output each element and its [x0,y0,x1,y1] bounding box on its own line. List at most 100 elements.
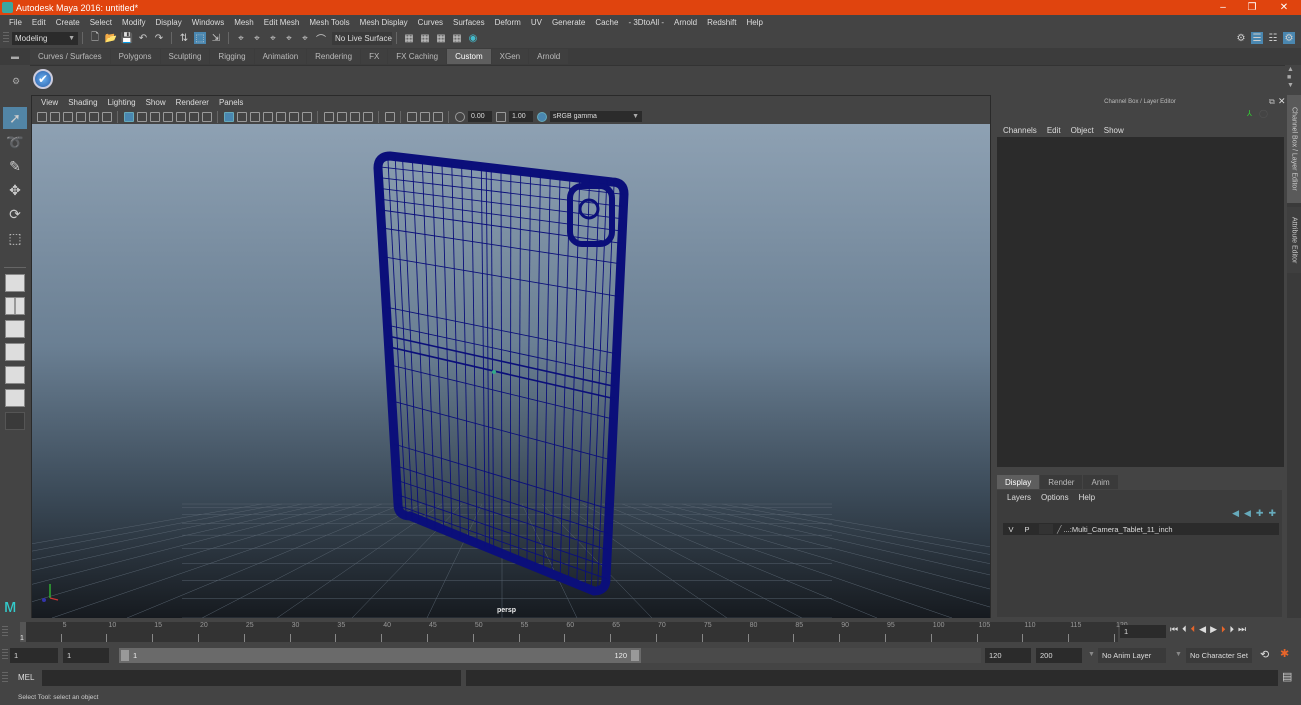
cb-menu-edit[interactable]: Edit [1042,126,1066,135]
menu-redshift[interactable]: Redshift [702,18,741,27]
range-grip[interactable] [2,649,8,661]
ipr-render-icon[interactable]: ▦ [435,32,447,44]
move-tool-icon[interactable]: ✥ [3,179,27,201]
lasso-tool-icon[interactable]: ➰ [3,131,27,153]
snap-surface-icon[interactable]: ⌒ [315,32,327,46]
layer-row[interactable]: V P ╱ ...:Multi_Camera_Tablet_11_inch [1003,523,1279,535]
animation-preferences-icon[interactable]: ✱ [1280,647,1289,660]
attribute-editor-toggle-icon[interactable]: ☷ [1267,32,1279,44]
go-to-start-icon[interactable]: ⏮ [1170,624,1178,635]
toolbar-grip[interactable] [3,32,9,44]
new-layer-from-selected-icon[interactable]: ✚ [1268,508,1276,519]
menu-curves[interactable]: Curves [413,18,448,27]
hypershade-layout-icon[interactable] [5,389,25,407]
snap-view-plane-icon[interactable]: ⌖ [283,32,295,44]
render-view-icon[interactable]: ▦ [451,32,463,44]
depth-of-field-icon[interactable] [362,111,373,122]
snap-grid-icon[interactable]: ⌖ [235,32,247,44]
xray-components-icon[interactable] [432,111,443,122]
menu-help[interactable]: Help [741,18,767,27]
shelf-tab-fx[interactable]: FX [361,49,388,64]
motion-blur-icon[interactable] [336,111,347,122]
vp-menu-shading[interactable]: Shading [63,98,102,107]
shelf-tab-rigging[interactable]: Rigging [210,49,254,64]
shelf-tab-animation[interactable]: Animation [254,49,307,64]
render-frame-icon[interactable]: ▦ [419,32,431,44]
channel-box-body[interactable] [997,137,1284,467]
camera-attributes-icon[interactable] [49,111,60,122]
menu-file[interactable]: File [4,18,27,27]
smooth-shade-icon[interactable] [236,111,247,122]
menu-uv[interactable]: UV [526,18,547,27]
wireframe-on-shaded-icon[interactable] [262,111,273,122]
menu-cache[interactable]: Cache [590,18,623,27]
move-layer-up-icon[interactable]: ◀ [1232,508,1239,519]
single-view-layout-icon[interactable] [5,274,25,292]
xray-icon[interactable] [406,111,417,122]
anti-aliasing-icon[interactable] [349,111,360,122]
persp-outliner-layout-icon[interactable] [5,343,25,361]
menu-set-dropdown[interactable]: Modeling ▼ [12,31,78,45]
step-back-frame-icon[interactable]: ⏴ [1191,624,1196,635]
tab-anim[interactable]: Anim [1083,475,1118,489]
menu-3dtoall[interactable]: - 3DtoAll - [623,18,669,27]
exposure-icon[interactable] [454,111,465,122]
isolate-select-icon[interactable] [384,111,395,122]
animation-end-field[interactable]: 200 [1036,648,1082,663]
menu-windows[interactable]: Windows [187,18,229,27]
time-ruler[interactable]: 1 5 10 15 20 25 30 35 40 45 50 55 60 65 70 75 80 85 90 95 1… [20,622,1128,642]
hypershade-icon[interactable]: ◉ [467,32,479,44]
3d-viewport[interactable]: persp [32,124,990,618]
layout-more-icon[interactable] [5,412,25,430]
safe-action-icon[interactable] [188,111,199,122]
snap-live-icon[interactable]: ⌖ [299,32,311,44]
use-all-lights-icon[interactable] [288,111,299,122]
range-start-handle[interactable] [121,650,129,661]
new-empty-layer-icon[interactable]: ✚ [1256,508,1264,519]
chevron-down-icon[interactable]: ▼ [1088,651,1095,658]
live-surface-field[interactable]: No Live Surface [332,31,392,45]
menu-create[interactable]: Create [51,18,85,27]
shelf-menu-icon[interactable]: ▬ [0,48,30,65]
tool-settings-toggle-icon[interactable]: ⚙ [1283,32,1295,44]
shelf-tab-curves-surfaces[interactable]: Curves / Surfaces [30,49,110,64]
play-backwards-icon[interactable]: ◀ [1199,624,1206,635]
menu-mesh-tools[interactable]: Mesh Tools [304,18,354,27]
float-panel-icon[interactable]: ⧉ [1269,97,1275,107]
menu-select[interactable]: Select [85,18,117,27]
undo-icon[interactable]: ↶ [137,32,149,44]
menu-surfaces[interactable]: Surfaces [448,18,490,27]
layer-color-swatch-icon[interactable]: ╱ [1057,525,1062,534]
vp-menu-renderer[interactable]: Renderer [171,98,214,107]
film-gate-icon[interactable] [136,111,147,122]
layer-name[interactable]: ...:Multi_Camera_Tablet_11_inch [1064,525,1173,534]
step-forward-frame-icon[interactable]: ⏵ [1221,624,1226,635]
le-menu-layers[interactable]: Layers [1002,493,1036,502]
field-chart-icon[interactable] [175,111,186,122]
resolution-gate-icon[interactable] [149,111,160,122]
gate-mask-icon[interactable] [162,111,173,122]
layer-playback-toggle[interactable]: P [1019,525,1035,534]
select-hierarchy-icon[interactable]: ⇅ [178,32,190,44]
snap-point-icon[interactable]: ⌖ [267,32,279,44]
layer-visibility-toggle[interactable]: V [1003,525,1019,534]
character-set-dropdown[interactable]: No Character Set [1186,648,1252,663]
side-tab-channel-box[interactable]: Channel Box / Layer Editor [1287,95,1301,203]
shelf-scroll-arrows[interactable]: ▲ ■ ▼ [1287,66,1297,92]
close-button[interactable]: ✕ [1270,0,1298,15]
shelf-tab-polygons[interactable]: Polygons [110,49,160,64]
menu-arnold[interactable]: Arnold [669,18,702,27]
select-tool-icon[interactable]: ➚ [3,107,27,129]
two-view-layout-icon[interactable] [5,320,25,338]
color-space-dropdown[interactable]: sRGB gamma ▼ [550,111,642,122]
shelf-tab-arnold[interactable]: Arnold [529,49,569,64]
paint-select-tool-icon[interactable]: ✎ [3,155,27,177]
range-end-handle[interactable] [631,650,639,661]
gamma-icon[interactable] [495,111,506,122]
vp-menu-lighting[interactable]: Lighting [103,98,141,107]
command-line-grip[interactable] [2,672,8,684]
rotate-tool-icon[interactable]: ⟳ [3,203,27,225]
panel-header[interactable]: Channel Box / Layer Editor [993,95,1287,109]
step-forward-key-icon[interactable]: ⏵ [1230,624,1235,635]
auto-key-icon[interactable]: ⟲ [1260,648,1269,661]
